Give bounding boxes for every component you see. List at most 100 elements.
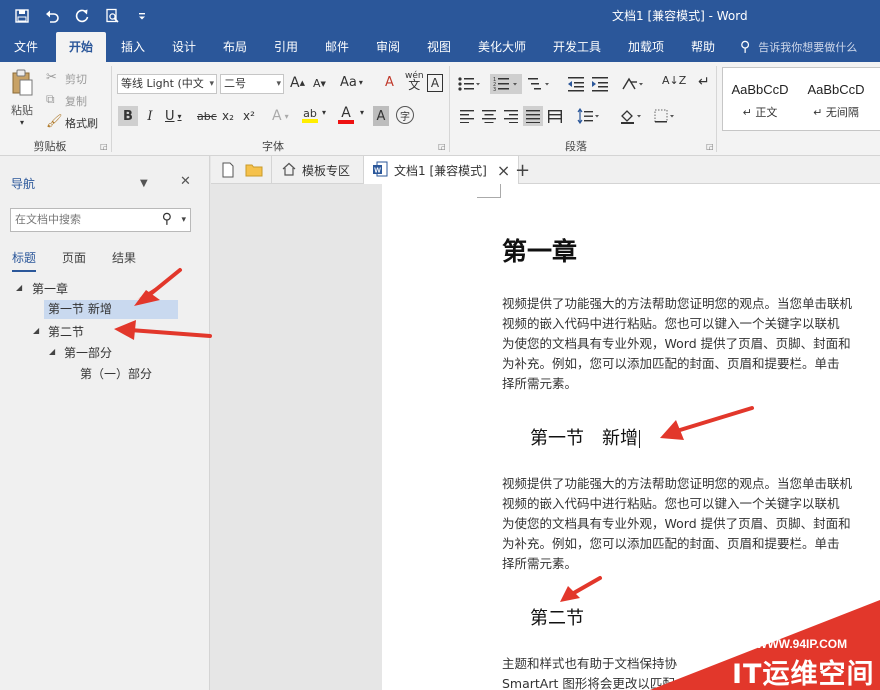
shrink-font-button[interactable]: A ▼ xyxy=(313,77,326,90)
subscript-button[interactable]: x₂ xyxy=(222,106,234,126)
heading-chapter1[interactable]: 第一章 xyxy=(502,232,577,268)
new-doc-icon[interactable] xyxy=(221,156,235,184)
collapse-triangle-icon[interactable]: ◢ xyxy=(49,347,55,356)
paste-icon[interactable] xyxy=(8,68,36,98)
sort-button[interactable]: A↓Z xyxy=(662,74,686,87)
tab-help[interactable]: 帮助 xyxy=(684,32,722,62)
align-center-icon[interactable] xyxy=(479,106,499,126)
document-page[interactable]: 第一章 视频提供了功能强大的方法帮助您证明您的观点。当您单击联机 视频的嵌入代码… xyxy=(382,184,880,690)
cut-icon[interactable]: ✂ xyxy=(46,70,57,85)
line-spacing-icon[interactable] xyxy=(576,106,602,126)
change-case-button[interactable]: Aa ▾ xyxy=(340,75,363,90)
folder-icon[interactable] xyxy=(245,156,263,184)
heading-section1[interactable]: 第一节 新增 xyxy=(530,424,640,450)
strikethrough-button[interactable]: abc xyxy=(197,106,217,126)
underline-button[interactable]: U ▾ xyxy=(165,106,182,126)
increase-indent-icon[interactable] xyxy=(590,74,610,94)
borders-icon[interactable] xyxy=(652,106,678,126)
tab-review[interactable]: 审阅 xyxy=(368,32,408,62)
style-normal[interactable]: AaBbCcD ↵ 正文 xyxy=(723,68,797,130)
chevron-down-icon[interactable]: ▾ xyxy=(360,108,364,117)
print-preview-icon[interactable] xyxy=(100,5,124,27)
close-icon[interactable]: × xyxy=(497,161,510,180)
tab-templates[interactable]: 模板专区 xyxy=(271,156,360,184)
paragraph-launcher-icon[interactable]: ◲ xyxy=(706,142,714,151)
customize-icon[interactable] xyxy=(130,5,154,27)
decrease-indent-icon[interactable] xyxy=(566,74,586,94)
highlight-button[interactable]: ab xyxy=(302,104,318,126)
font-launcher-icon[interactable]: ◲ xyxy=(438,142,446,151)
tab-design[interactable]: 设计 xyxy=(164,32,204,62)
grow-font-button[interactable]: A ▲ xyxy=(290,75,305,91)
nav-tab-headings[interactable]: 标题 xyxy=(12,249,37,272)
save-icon[interactable] xyxy=(10,5,34,27)
paste-label[interactable]: 粘贴 xyxy=(8,102,36,118)
tree-item-section2[interactable]: 第二节 xyxy=(48,323,84,340)
add-tab-button[interactable]: + xyxy=(515,156,530,184)
align-right-icon[interactable] xyxy=(501,106,521,126)
heading-section2[interactable]: 第二节 xyxy=(530,604,584,630)
format-painter-label[interactable]: 格式刷 xyxy=(65,115,98,131)
nav-options-icon[interactable]: ▼ xyxy=(140,178,148,189)
enclose-char-button[interactable]: 字 xyxy=(396,106,414,124)
chinese-layout-icon[interactable] xyxy=(620,74,646,94)
show-marks-button[interactable]: ↵ xyxy=(698,74,710,90)
paragraph-shading-icon[interactable] xyxy=(618,106,644,126)
close-icon[interactable]: ✕ xyxy=(180,174,191,189)
paste-dropdown-icon[interactable]: ▾ xyxy=(16,118,28,127)
tab-references[interactable]: 引用 xyxy=(266,32,306,62)
collapse-triangle-icon[interactable]: ◢ xyxy=(33,326,39,335)
undo-icon[interactable] xyxy=(40,5,64,27)
bold-button[interactable]: B xyxy=(118,106,138,126)
text-effects-button[interactable]: A ▾ xyxy=(272,106,289,126)
font-name-combo[interactable]: 等线 Light (中文 ▾ xyxy=(117,74,217,94)
multilevel-list-icon[interactable] xyxy=(526,74,552,94)
superscript-button[interactable]: x² xyxy=(243,106,255,126)
chevron-down-icon[interactable]: ▾ xyxy=(322,108,326,117)
tree-item-part1-sub[interactable]: 第（一）部分 xyxy=(80,365,152,382)
paragraph-1[interactable]: 视频提供了功能强大的方法帮助您证明您的观点。当您单击联机 视频的嵌入代码中进行粘… xyxy=(502,294,880,394)
tab-home[interactable]: 开始 xyxy=(56,32,106,62)
nav-tab-pages[interactable]: 页面 xyxy=(62,249,86,272)
distributed-icon[interactable] xyxy=(545,106,565,126)
align-left-icon[interactable] xyxy=(457,106,477,126)
tree-item-part1[interactable]: 第一部分 xyxy=(64,344,112,361)
redo-icon[interactable] xyxy=(70,5,94,27)
nav-tab-results[interactable]: 结果 xyxy=(112,249,136,272)
char-border-button[interactable]: A xyxy=(427,74,443,92)
tab-layout[interactable]: 布局 xyxy=(215,32,255,62)
italic-button[interactable]: I xyxy=(143,106,157,126)
format-painter-icon[interactable]: 🖌 xyxy=(46,114,63,129)
font-size-combo[interactable]: 二号 ▾ xyxy=(220,74,284,94)
char-shading-button[interactable]: A xyxy=(373,106,389,126)
tree-item-chapter1[interactable]: 第一章 xyxy=(32,280,68,297)
copy-icon[interactable]: ⧉ xyxy=(46,92,55,107)
chevron-down-icon[interactable]: ▾ xyxy=(181,209,186,231)
phonetic-guide-button[interactable]: wén 文 xyxy=(405,72,424,92)
tab-insert[interactable]: 插入 xyxy=(113,32,153,62)
search-icon[interactable]: ⚲ xyxy=(162,208,172,230)
tab-mailings[interactable]: 邮件 xyxy=(317,32,357,62)
tab-beautify[interactable]: 美化大师 xyxy=(472,32,532,62)
font-color-button[interactable]: A xyxy=(338,104,354,126)
numbering-icon[interactable]: 123 xyxy=(490,74,522,94)
tab-addins[interactable]: 加载项 xyxy=(622,32,670,62)
paragraph-2[interactable]: 视频提供了功能强大的方法帮助您证明您的观点。当您单击联机 视频的嵌入代码中进行粘… xyxy=(502,474,880,574)
tab-view[interactable]: 视图 xyxy=(419,32,459,62)
justify-icon[interactable] xyxy=(523,106,543,126)
document-canvas[interactable]: 第一章 视频提供了功能强大的方法帮助您证明您的观点。当您单击联机 视频的嵌入代码… xyxy=(211,184,880,690)
nav-search-input[interactable]: 在文档中搜索 ⚲ ▾ xyxy=(10,208,191,232)
ribbon: 粘贴 ▾ ✂ 剪切 ⧉ 复制 🖌 格式刷 剪贴板 ◲ 等线 Light (中文 ▾… xyxy=(0,62,880,156)
tab-file[interactable]: 文件 xyxy=(6,32,46,62)
clipboard-launcher-icon[interactable]: ◲ xyxy=(100,142,108,151)
tab-developer[interactable]: 开发工具 xyxy=(547,32,607,62)
style-no-spacing[interactable]: AaBbCcD ↵ 无间隔 xyxy=(799,68,873,130)
tab-document1[interactable]: W 文档1 [兼容模式] × xyxy=(363,156,520,185)
tree-item-section1[interactable]: 第一节 新增 xyxy=(44,300,178,319)
tell-me-box[interactable]: ⚲ 告诉我你想要做什么 xyxy=(740,39,857,55)
clear-format-button[interactable]: A xyxy=(385,75,394,90)
collapse-triangle-icon[interactable]: ◢ xyxy=(16,283,22,292)
bullets-icon[interactable] xyxy=(456,74,482,94)
cut-label[interactable]: 剪切 xyxy=(65,71,87,87)
copy-label[interactable]: 复制 xyxy=(65,93,87,109)
